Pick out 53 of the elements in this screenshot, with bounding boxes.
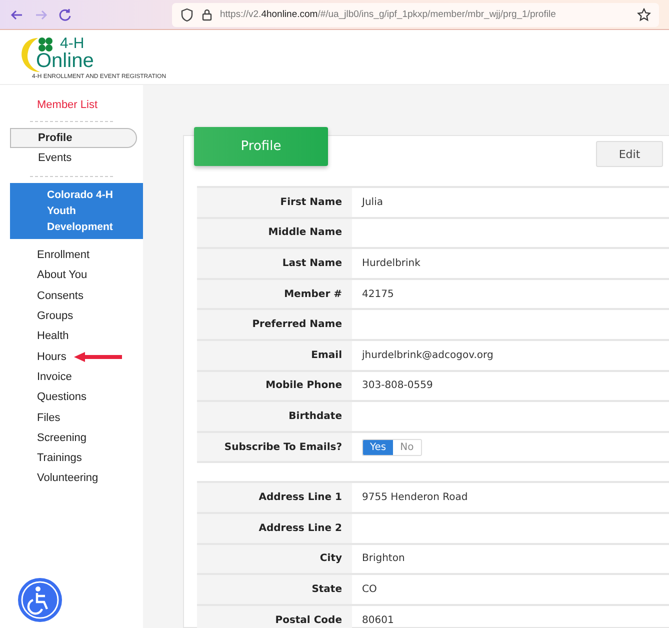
field-label: Preferred Name (252, 319, 342, 330)
reload-icon[interactable] (58, 8, 72, 22)
card-title: Profile (194, 127, 328, 166)
field-label: First Name (280, 196, 342, 208)
member-list-link[interactable]: Member List (0, 97, 143, 113)
accessibility-icon[interactable] (18, 578, 62, 622)
back-icon[interactable] (10, 8, 24, 22)
field-value: Julia (362, 196, 383, 208)
sidebar-item[interactable]: Hours (37, 350, 66, 363)
shield-icon (180, 8, 194, 22)
sidebar-item[interactable]: Enrollment (37, 249, 90, 262)
star-icon[interactable] (637, 8, 651, 22)
field-label: Address Line 2 (258, 522, 342, 534)
url-text: https://v2.4honline.com/#/ua_jlb0/ins_g/ipf_1pkxp/member/mbr_wjj/prg_1/profile (220, 9, 556, 20)
field-value: 9755 Henderon Road (362, 492, 468, 504)
field-value: 42175 (362, 288, 394, 300)
sidebar-item[interactable]: Profile (10, 128, 137, 148)
field-value: 303-808-0559 (362, 380, 433, 392)
field-value: Hurdelbrink (362, 258, 420, 269)
edit-button[interactable]: Edit (596, 141, 663, 167)
sidebar-item[interactable]: Volunteering (37, 472, 98, 484)
field-label: Birthdate (288, 410, 342, 422)
sidebar-item[interactable]: Consents (37, 290, 84, 302)
field-label: Middle Name (268, 227, 342, 238)
sidebar-item[interactable]: Files (37, 412, 60, 424)
sidebar-item[interactable]: Screening (37, 432, 87, 444)
address-bar[interactable]: https://v2.4honline.com/#/ua_jlb0/ins_g/ipf_1pkxp/member/mbr_wjj/prg_1/profile (172, 2, 659, 26)
sidebar-item[interactable]: Events (10, 148, 137, 168)
field-label: Subscribe To Emails? (224, 442, 342, 453)
sidebar-item[interactable]: About You (37, 269, 88, 282)
sidebar-item[interactable]: Groups (37, 310, 74, 322)
field-value: jhurdelbrink@adcogov.org (362, 350, 494, 361)
field-label: Address Line 1 (258, 492, 342, 504)
arrow-icon (74, 352, 122, 362)
sidebar-item[interactable]: Invoice (37, 370, 72, 383)
field-value: 80601 (362, 614, 394, 626)
logo-wordmark: Online (36, 50, 94, 73)
sidebar-item[interactable]: Health (37, 330, 69, 342)
program-header[interactable]: Colorado 4-H Youth Development (10, 183, 143, 239)
logo-mark: 4-H (60, 35, 84, 52)
lock-icon (200, 8, 214, 22)
field-value: Brighton (362, 553, 405, 564)
field-label: State (312, 584, 342, 595)
field-label: Email (311, 350, 342, 361)
sidebar-item[interactable]: Questions (37, 391, 87, 404)
sidebar-item[interactable]: Trainings (37, 452, 82, 464)
field-label: Postal Code (275, 614, 342, 626)
field-label: Last Name (282, 258, 342, 269)
field-label: Member # (284, 288, 342, 300)
field-label: Mobile Phone (266, 380, 342, 392)
field-label: City (320, 553, 342, 564)
field-value: CO (362, 584, 377, 595)
toggle-option[interactable]: Yes (363, 440, 394, 455)
